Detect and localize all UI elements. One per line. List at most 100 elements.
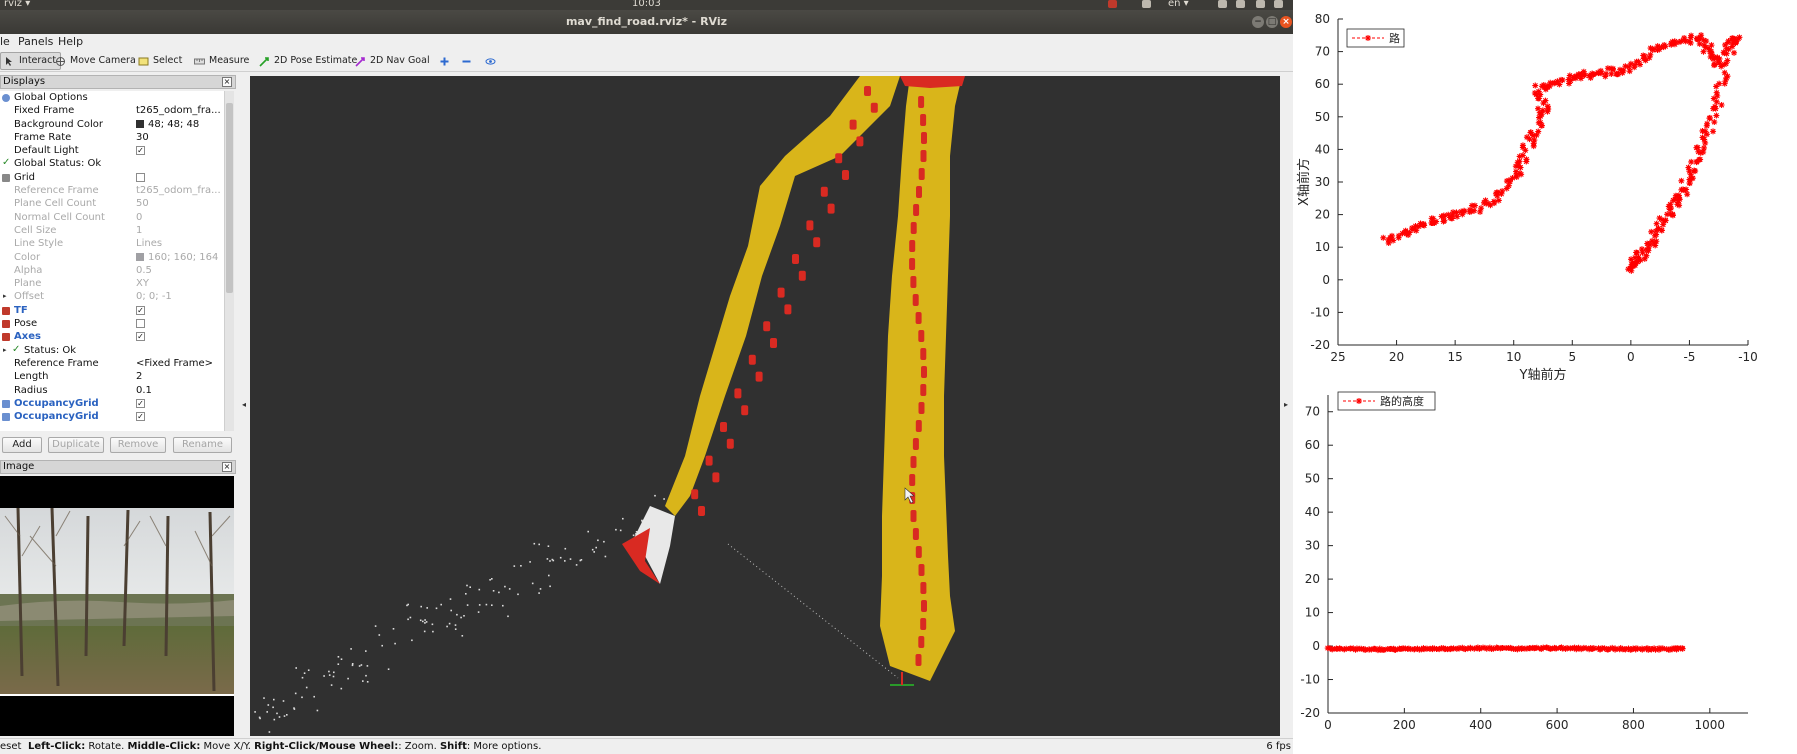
close-panel-button[interactable]: ×: [222, 77, 232, 87]
display-enable-checkbox[interactable]: [136, 319, 145, 329]
obstacle-mark: [918, 402, 925, 414]
duplicate-display-button[interactable]: Duplicate: [48, 437, 104, 453]
display-row[interactable]: Global Options: [0, 91, 224, 104]
display-row[interactable]: Normal Cell Count 0: [0, 211, 224, 224]
battery-icon[interactable]: [1256, 0, 1265, 8]
display-row-value[interactable]: Lines: [136, 238, 162, 249]
displays-panel-header: Displays ×: [0, 75, 236, 89]
display-row-value[interactable]: 0: [136, 212, 142, 223]
display-row[interactable]: Line Style Lines: [0, 237, 224, 250]
display-row[interactable]: Alpha 0.5: [0, 264, 224, 277]
record-icon[interactable]: [1108, 0, 1117, 8]
add-display-button[interactable]: Add: [2, 437, 42, 453]
remove-tool-button[interactable]: [458, 52, 476, 70]
display-row[interactable]: Cell Size 1: [0, 224, 224, 237]
render-3d-view[interactable]: [250, 76, 1280, 736]
display-row-value[interactable]: XY: [136, 278, 149, 289]
display-row[interactable]: ✓ Global Status: Ok: [0, 157, 224, 170]
rename-display-button[interactable]: Rename: [173, 437, 232, 453]
display-row[interactable]: Reference Frame <Fixed Frame>: [0, 357, 224, 370]
display-row-value[interactable]: 48; 48; 48: [148, 119, 199, 130]
point: [301, 676, 304, 679]
select-tool[interactable]: Select: [135, 52, 186, 70]
display-row-label: Color: [14, 251, 41, 263]
display-enable-checkbox[interactable]: ✓: [136, 412, 145, 422]
display-row[interactable]: Background Color 48; 48; 48: [0, 118, 224, 131]
display-row[interactable]: Length 2: [0, 370, 224, 383]
display-row-value[interactable]: <Fixed Frame>: [136, 358, 213, 369]
minimize-button[interactable]: −: [1252, 16, 1264, 28]
volume-icon[interactable]: [1236, 0, 1245, 8]
display-row-value[interactable]: 50: [136, 198, 149, 209]
obstacle-mark: [748, 354, 756, 365]
display-row-value[interactable]: t265_odom_fra...: [136, 185, 221, 196]
dropbox-icon[interactable]: [1142, 0, 1151, 8]
expand-arrow-icon[interactable]: ▸: [3, 344, 7, 357]
display-row[interactable]: Plane XY: [0, 277, 224, 290]
legend-marker: [1356, 398, 1362, 404]
display-row[interactable]: Pose: [0, 317, 224, 330]
expand-arrow-icon[interactable]: ▸: [3, 290, 7, 303]
point: [454, 628, 457, 630]
data-point: [1478, 205, 1485, 212]
collapse-right-panel-icon[interactable]: ▸: [1284, 400, 1290, 410]
x-axis-label: Y轴前方: [1519, 367, 1567, 380]
close-image-panel-button[interactable]: ×: [222, 462, 232, 472]
display-row-value[interactable]: 0.1: [136, 385, 152, 396]
display-row-value[interactable]: 2: [136, 371, 142, 382]
display-row[interactable]: Default Light ✓: [0, 144, 224, 157]
display-row[interactable]: Fixed Frame t265_odom_fra...: [0, 104, 224, 117]
display-row-value[interactable]: 30: [136, 132, 149, 143]
menu-panels[interactable]: Panels: [18, 34, 53, 50]
pose-estimate-tool[interactable]: 2D Pose Estimate: [256, 52, 361, 70]
display-row[interactable]: Radius 0.1: [0, 384, 224, 397]
display-row[interactable]: ▸ ✓ Status: Ok: [0, 344, 224, 357]
obstacle-mark: [864, 86, 871, 96]
display-enable-checkbox[interactable]: ✓: [136, 332, 145, 342]
clock[interactable]: 10:03: [632, 0, 661, 9]
displays-scrollbar[interactable]: [224, 91, 234, 431]
app-menu[interactable]: rviz ▾: [4, 0, 30, 9]
display-row[interactable]: Reference Frame t265_odom_fra...: [0, 184, 224, 197]
collapse-left-panel-icon[interactable]: ◂: [242, 400, 248, 410]
display-row[interactable]: Plane Cell Count 50: [0, 197, 224, 210]
display-row-value[interactable]: 1: [136, 225, 142, 236]
display-row-value[interactable]: 0; 0; -1: [136, 291, 172, 302]
close-button[interactable]: ×: [1280, 16, 1292, 28]
y-tick-label: -20: [1310, 338, 1330, 352]
add-tool-button[interactable]: [436, 52, 454, 70]
tool-properties-button[interactable]: [482, 52, 500, 70]
obstacle-mark: [918, 636, 925, 648]
display-row[interactable]: Frame Rate 30: [0, 131, 224, 144]
display-enable-checkbox[interactable]: [136, 172, 145, 182]
move-camera-tool[interactable]: Move Camera: [52, 52, 140, 70]
settings-gear-icon[interactable]: [1274, 0, 1283, 8]
language-indicator[interactable]: en ▾: [1168, 0, 1189, 9]
point: [446, 625, 448, 628]
display-row[interactable]: Color 160; 160; 164: [0, 251, 224, 264]
scrollbar-thumb[interactable]: [226, 103, 233, 293]
network-icon[interactable]: [1218, 0, 1227, 8]
display-row[interactable]: OccupancyGrid ✓: [0, 410, 224, 423]
display-enable-checkbox[interactable]: ✓: [136, 305, 145, 315]
display-row-value[interactable]: 160; 160; 164: [148, 252, 218, 263]
data-point: [1495, 197, 1502, 204]
display-row-value[interactable]: 0.5: [136, 265, 152, 276]
display-enable-checkbox[interactable]: ✓: [136, 398, 145, 408]
point: [548, 574, 550, 577]
display-row-value[interactable]: t265_odom_fra...: [136, 105, 221, 116]
menu-help[interactable]: Help: [58, 34, 83, 50]
maximize-button[interactable]: □: [1266, 16, 1278, 28]
point: [449, 598, 452, 600]
display-row[interactable]: ▸ Offset 0; 0; -1: [0, 290, 224, 303]
nav-goal-tool[interactable]: 2D Nav Goal: [352, 52, 434, 70]
display-row[interactable]: Grid: [0, 171, 224, 184]
display-row[interactable]: TF ✓: [0, 304, 224, 317]
display-enable-checkbox[interactable]: ✓: [136, 146, 145, 156]
measure-tool[interactable]: Measure: [191, 52, 253, 70]
display-row[interactable]: Axes ✓: [0, 330, 224, 343]
menu-file[interactable]: le: [0, 34, 10, 50]
reset-button[interactable]: eset: [0, 739, 21, 754]
display-row[interactable]: OccupancyGrid ✓: [0, 397, 224, 410]
remove-display-button[interactable]: Remove: [110, 437, 166, 453]
